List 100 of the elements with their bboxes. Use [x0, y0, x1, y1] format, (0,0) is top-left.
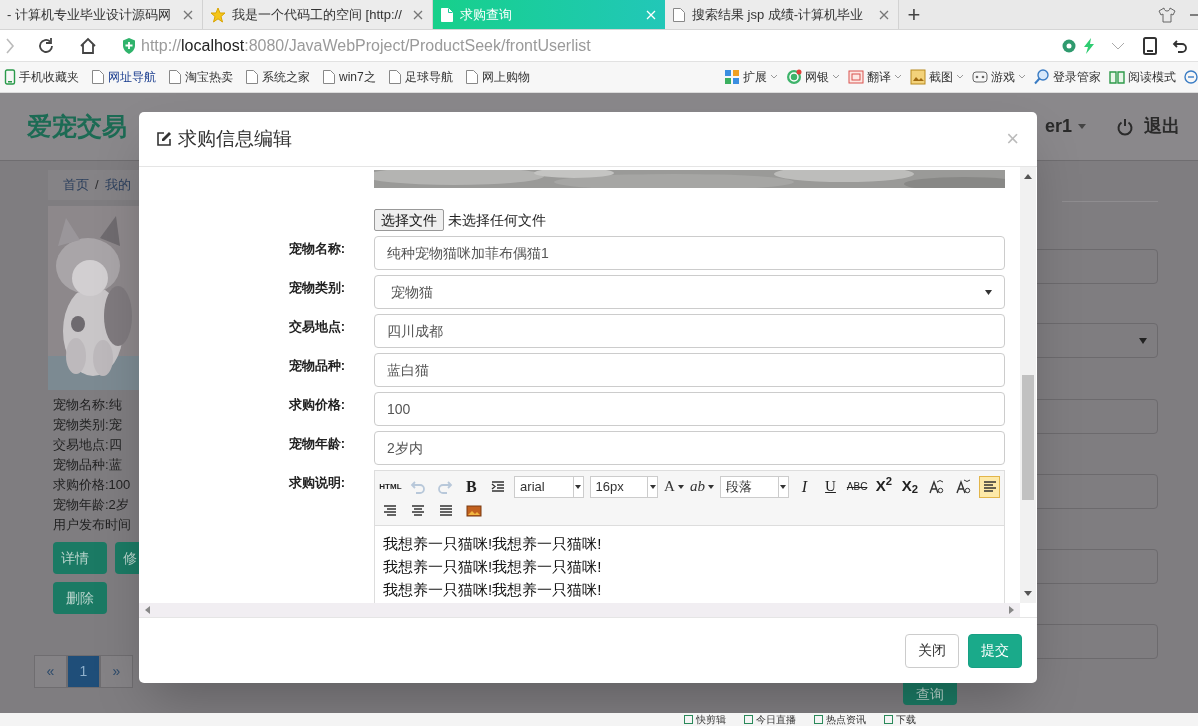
new-tab-button[interactable]: +	[899, 0, 929, 29]
status-button[interactable]: 今日直播	[744, 713, 796, 726]
page-button[interactable]: 1	[67, 655, 100, 688]
italic-button[interactable]: I	[794, 475, 815, 498]
card-text: 宠物类别:宠	[53, 416, 123, 434]
input-field[interactable]	[1037, 399, 1158, 434]
status-button[interactable]: 热点资讯	[814, 713, 866, 726]
caret-icon	[707, 484, 714, 489]
square-icon	[884, 715, 893, 724]
chevron-down-icon[interactable]	[1111, 40, 1125, 51]
caret-icon	[985, 289, 992, 295]
shrink-icon	[954, 478, 971, 495]
grow-icon	[928, 478, 945, 495]
card-text: 宠物品种:蓝	[53, 456, 123, 474]
close-button[interactable]: 关闭	[905, 633, 959, 668]
toolbar-button[interactable]: 阅读模式	[1109, 68, 1176, 86]
toolbar-button[interactable]: 扩展	[724, 68, 778, 86]
aperture-icon[interactable]	[1061, 37, 1077, 54]
status-button[interactable]: 快剪辑	[684, 713, 726, 726]
lightning-icon[interactable]	[1083, 37, 1095, 54]
subscript-button[interactable]: X$_{2}$	[899, 475, 920, 498]
font-family-select[interactable]: arial	[514, 475, 584, 498]
input-field[interactable]: 100	[374, 392, 1005, 426]
shield-icon	[121, 36, 137, 55]
chevron-down-icon	[1018, 74, 1026, 80]
align-center-icon	[410, 502, 426, 519]
scrollbar[interactable]	[1020, 167, 1036, 603]
page-icon	[464, 69, 479, 85]
input-field[interactable]: 纯种宠物猫咪加菲布偶猫1	[374, 236, 1005, 270]
select-field[interactable]: 宠物猫	[374, 275, 1005, 309]
font-color-button[interactable]: A	[664, 475, 684, 498]
arrow-up-icon	[1024, 174, 1032, 179]
bookmark-link[interactable]: 足球导航	[387, 68, 453, 86]
card-text: 交易地点:四	[53, 436, 123, 454]
toolbar-button[interactable]: 登录管家	[1034, 68, 1101, 86]
logout-button[interactable]: 退出	[1116, 113, 1180, 140]
close-icon	[879, 9, 889, 20]
input-field[interactable]: 蓝白猫	[374, 353, 1005, 387]
bookmark-link[interactable]: 系统之家	[245, 68, 310, 86]
chevron-down-icon	[832, 74, 840, 80]
choose-file-button[interactable]: 选择文件	[374, 209, 444, 231]
address-field[interactable]: http://localhost:8080/JavaWebProject/ProductSeek/frontUserlist	[121, 32, 1061, 59]
square-icon	[814, 715, 823, 724]
superscript-button[interactable]: X$^{2}$	[873, 475, 894, 498]
select-field[interactable]	[1037, 323, 1158, 358]
chevron-down-icon	[770, 74, 778, 80]
tablet-icon[interactable]	[1143, 36, 1157, 55]
bookmark-link[interactable]: 网址导航	[91, 68, 156, 86]
phone-icon	[4, 69, 16, 85]
bookmark-link[interactable]: win7之	[322, 68, 376, 86]
input-field[interactable]	[1037, 549, 1158, 584]
bookmark-link[interactable]: 淘宝热卖	[168, 68, 233, 86]
input-field[interactable]	[1037, 624, 1158, 659]
file-status: 未选择任何文件	[448, 210, 546, 230]
card-text: 求购价格:100	[53, 476, 132, 494]
toolbar-button[interactable]: 截图	[910, 68, 964, 86]
caret-icon	[575, 484, 582, 489]
input-field[interactable]	[1037, 249, 1158, 284]
page-icon	[322, 69, 336, 85]
indent-icon	[489, 478, 506, 495]
undo-icon[interactable]	[1172, 37, 1188, 54]
caret-icon	[1078, 124, 1086, 129]
strikethrough-button[interactable]: ABC	[846, 475, 868, 498]
caret-icon	[677, 484, 684, 489]
chevron-down-icon	[894, 74, 902, 80]
highlight-button[interactable]: ab	[689, 475, 714, 498]
page-icon	[387, 69, 402, 85]
toolbar-button[interactable]: 翻译	[848, 68, 902, 86]
field-label: 求购说明:	[287, 474, 346, 492]
home-icon[interactable]	[79, 36, 97, 55]
toolbar-button[interactable]: 网银	[786, 68, 840, 86]
scrollbar[interactable]	[139, 603, 1020, 617]
reload-icon[interactable]	[37, 36, 55, 55]
minus-circle-icon[interactable]	[1184, 70, 1198, 84]
tile-icon	[848, 69, 864, 85]
toolbar-button[interactable]: 游戏	[972, 68, 1026, 86]
card-text: 宠物名称:纯	[53, 396, 123, 414]
bookmark-link[interactable]: 网上购物	[464, 68, 530, 86]
status-button[interactable]: 下载	[884, 713, 916, 726]
align-left-icon	[981, 478, 998, 495]
font-size-select[interactable]: 16px	[589, 475, 659, 498]
align-left-button[interactable]	[979, 475, 1000, 498]
bookmark-link[interactable]: 手机收藏夹	[4, 68, 79, 86]
shirt-icon[interactable]	[1158, 6, 1176, 23]
bold-button[interactable]: B	[461, 475, 482, 498]
scroll-thumb[interactable]	[1022, 375, 1034, 500]
input-field[interactable]: 2岁内	[374, 431, 1005, 465]
forward-icon[interactable]	[5, 37, 15, 54]
chevron-down-icon	[956, 74, 964, 80]
image-icon	[466, 502, 482, 519]
input-field[interactable]: 四川成都	[374, 314, 1005, 348]
square-icon	[744, 715, 753, 724]
paragraph-select[interactable]: 段落	[719, 475, 789, 498]
input-field[interactable]	[1037, 474, 1158, 509]
close-icon	[646, 9, 656, 20]
underline-button[interactable]: U	[820, 475, 841, 498]
user-menu[interactable]: er1	[1044, 113, 1086, 140]
page-icon	[245, 69, 259, 85]
source-button[interactable]: HTML	[379, 475, 402, 498]
card-text: 用户发布时间	[53, 516, 132, 534]
